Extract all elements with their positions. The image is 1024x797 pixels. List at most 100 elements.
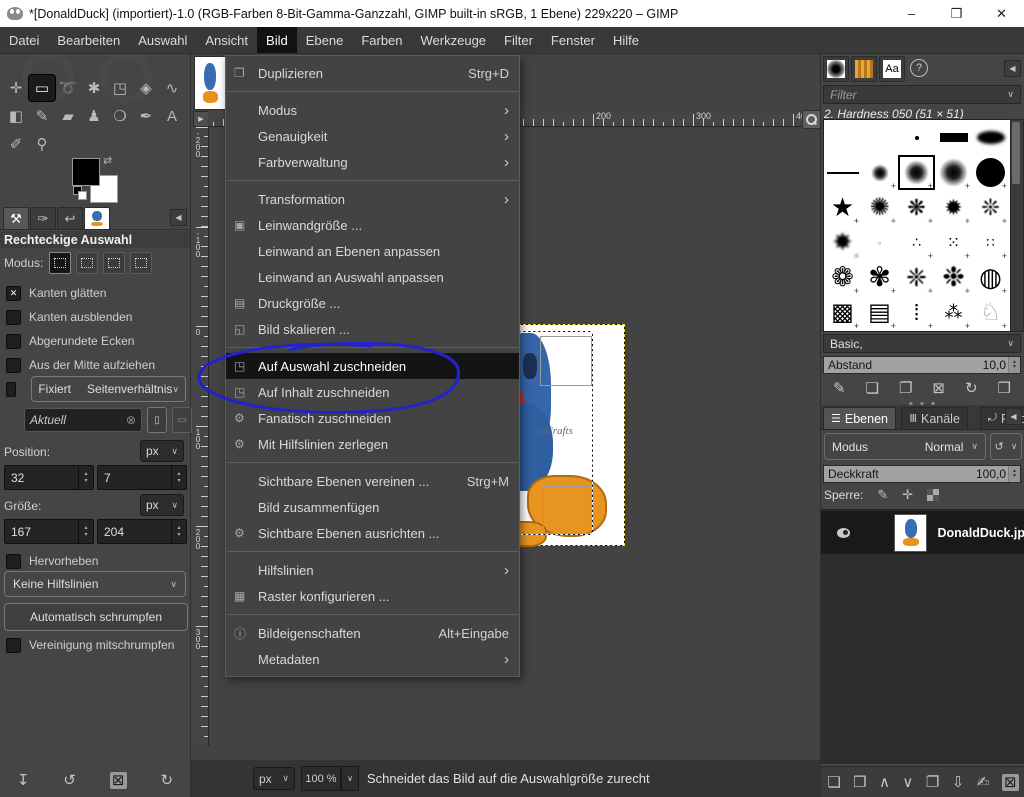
menubar-item-bild[interactable]: Bild <box>257 27 297 53</box>
menu-item-auf-auswahl-zuschneiden[interactable]: ◳Auf Auswahl zuschneiden <box>226 353 519 379</box>
menubar-item-bearbeiten[interactable]: Bearbeiten <box>48 27 129 53</box>
menu-item-leinwand-an-auswahl-anpassen[interactable]: Leinwand an Auswahl anpassen <box>226 264 519 290</box>
duplicate-layer-button[interactable]: ❐ <box>926 773 939 791</box>
brush-item-7[interactable] <box>898 155 935 190</box>
menu-item-leinwand-an-ebenen-anpassen[interactable]: Leinwand an Ebenen anpassen <box>226 238 519 264</box>
menu-item-bild-zusammenfügen[interactable]: Bild zusammenfügen <box>226 494 519 520</box>
zoom-follow-window-button[interactable] <box>802 110 821 129</box>
collapse-toolbox-button[interactable]: ◀ <box>170 209 187 226</box>
paintbrush-tool[interactable]: ✎ <box>29 103 55 129</box>
portrait-orientation-button[interactable]: ▯ <box>147 407 167 433</box>
brush-item-9[interactable] <box>972 155 1009 190</box>
menubar-item-farben[interactable]: Farben <box>352 27 411 53</box>
brush-scrollbar-thumb[interactable] <box>1012 122 1020 184</box>
tab-undo-history[interactable]: ↩ <box>57 207 83 230</box>
layer-row[interactable]: DonaldDuck.jp <box>821 511 1024 554</box>
menu-item-bild-skalieren[interactable]: ◱Bild skalieren ... <box>226 316 519 342</box>
checkbox-kanten-ausblenden[interactable] <box>6 310 21 325</box>
lower-layer-button[interactable]: ∨ <box>902 773 913 791</box>
unified-transform-tool[interactable]: ◈ <box>133 75 159 101</box>
save-tool-preset-button[interactable]: ↧ <box>17 771 30 789</box>
menubar-item-ebene[interactable]: Ebene <box>297 27 353 53</box>
brush-item-0[interactable] <box>824 120 861 155</box>
tab-device-status[interactable]: ✑ <box>30 207 56 230</box>
menu-item-transformation[interactable]: Transformation› <box>226 186 519 212</box>
new-layer-button[interactable]: ❏ <box>827 773 840 791</box>
spinner-arrows-icon[interactable]: ▴▾ <box>171 520 186 543</box>
shrink-merged-checkbox[interactable] <box>6 638 21 653</box>
landscape-orientation-button[interactable]: ▭ <box>172 407 192 433</box>
tab-help[interactable]: ? <box>907 56 931 80</box>
collapse-dock-button[interactable]: ◀ <box>1004 60 1021 77</box>
selection-mode-add[interactable] <box>76 252 98 274</box>
spinner-arrows-icon[interactable]: ▲▼ <box>1008 357 1020 373</box>
zoom-tool[interactable]: ⚲ <box>29 131 55 157</box>
color-picker-tool[interactable]: ✐ <box>3 131 29 157</box>
refresh-brushes-button[interactable]: ↻ <box>965 379 978 397</box>
brush-item-5[interactable] <box>824 155 861 190</box>
menu-item-fanatisch-zuschneiden[interactable]: ⚙Fanatisch zuschneiden <box>226 405 519 431</box>
text-tool[interactable]: A <box>159 103 185 129</box>
crop-tool[interactable]: ◳ <box>107 75 133 101</box>
spinner-arrows-icon[interactable]: ▲▼ <box>1008 466 1020 482</box>
brush-item-18[interactable]: ⁙ <box>935 225 972 260</box>
lock-alpha-icon[interactable] <box>927 489 939 501</box>
move-tool[interactable]: ✛ <box>3 75 29 101</box>
foreground-color-swatch[interactable] <box>72 158 100 186</box>
position-unit-dropdown[interactable]: px∨ <box>140 440 184 462</box>
menu-item-auf-inhalt-zuschneiden[interactable]: ◳Auf Inhalt zuschneiden <box>226 379 519 405</box>
warp-transform-tool[interactable]: ∿ <box>159 75 185 101</box>
brush-item-3[interactable] <box>935 120 972 155</box>
menu-item-druckgröße[interactable]: ▤Druckgröße ... <box>226 290 519 316</box>
size-height-field[interactable]: 204▴▾ <box>97 519 187 544</box>
lock-position-icon[interactable]: ✛ <box>902 487 913 503</box>
brush-item-22[interactable]: ❈ <box>898 260 935 295</box>
rectangle-select-tool[interactable]: ▭ <box>29 75 55 101</box>
selection-mode-subtract[interactable] <box>103 252 125 274</box>
brush-item-24[interactable]: ◍ <box>972 260 1009 295</box>
spacing-slider[interactable]: Abstand 10,0 ▲▼ <box>823 356 1021 374</box>
menubar-item-ansicht[interactable]: Ansicht <box>196 27 257 53</box>
menu-item-sichtbare-ebenen-vereinen[interactable]: Sichtbare Ebenen vereinen ...Strg+M <box>226 468 519 494</box>
highlight-checkbox[interactable] <box>6 554 21 569</box>
brush-item-13[interactable]: ✹ <box>935 190 972 225</box>
brush-item-2[interactable] <box>898 120 935 155</box>
brush-item-23[interactable]: ❉ <box>935 260 972 295</box>
menu-item-modus[interactable]: Modus› <box>226 97 519 123</box>
position-x-field[interactable]: 32▴▾ <box>4 465 94 490</box>
fuzzy-select-tool[interactable]: ✱ <box>81 75 107 101</box>
brush-scrollbar[interactable] <box>1010 119 1024 332</box>
open-brush-as-image-button[interactable]: ❒ <box>998 379 1011 397</box>
menu-item-bildeigenschaften[interactable]: ⓘBildeigenschaftenAlt+Eingabe <box>226 620 519 646</box>
brush-group-dropdown[interactable]: Basic, ∨ <box>823 334 1021 353</box>
menu-item-leinwandgröße[interactable]: ▣Leinwandgröße ... <box>226 212 519 238</box>
collapse-layers-dock-button[interactable]: ◀ <box>1005 408 1022 425</box>
swap-colors-icon[interactable]: ⇄ <box>103 154 112 167</box>
zoom-level-field[interactable]: 100 % <box>301 766 341 791</box>
menu-item-farbverwaltung[interactable]: Farbverwaltung› <box>226 149 519 175</box>
brush-item-29[interactable]: ♘ <box>972 295 1009 330</box>
brush-item-20[interactable]: ❁ <box>824 260 861 295</box>
menubar-item-fenster[interactable]: Fenster <box>542 27 604 53</box>
selection-handle-top-right[interactable] <box>540 336 592 386</box>
duplicate-brush-button[interactable]: ❐ <box>899 379 912 397</box>
brush-item-15[interactable]: ✸ <box>824 225 861 260</box>
edit-brush-button[interactable]: ✎ <box>833 379 846 397</box>
menu-item-duplizieren[interactable]: ❐DuplizierenStrg+D <box>226 60 519 86</box>
menubar-item-auswahl[interactable]: Auswahl <box>129 27 196 53</box>
tab-image-thumbnail[interactable] <box>84 207 110 230</box>
new-layer-group-button[interactable]: ❒ <box>853 773 866 791</box>
selection-mode-intersect[interactable] <box>130 252 152 274</box>
canvas-menu-button[interactable]: ▶ <box>193 111 209 127</box>
lock-pixels-icon[interactable]: ✎ <box>877 487 888 503</box>
edit-layer-button[interactable]: ✍ <box>977 773 990 791</box>
menu-item-genauigkeit[interactable]: Genauigkeit› <box>226 123 519 149</box>
brush-item-19[interactable]: ∷ <box>972 225 1009 260</box>
free-select-tool[interactable]: ➰ <box>55 75 81 101</box>
brush-filter-input[interactable]: Filter ∨ <box>823 85 1021 104</box>
selection-mode-replace[interactable] <box>49 252 71 274</box>
tab-fonts[interactable]: Aa <box>879 56 905 82</box>
clone-tool[interactable]: ♟ <box>81 103 107 129</box>
brush-item-25[interactable]: ▩ <box>824 295 861 330</box>
smudge-tool[interactable]: ❍ <box>107 103 133 129</box>
